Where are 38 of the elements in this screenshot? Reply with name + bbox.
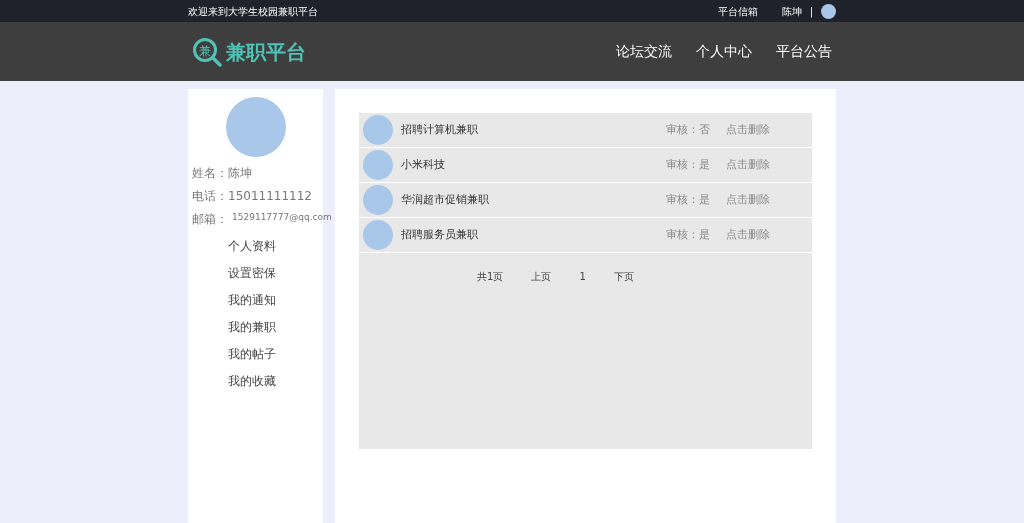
sidebar-menu-item[interactable]: 我的收藏 [228, 372, 276, 390]
prev-page-link[interactable]: 上页 [531, 269, 552, 284]
field-value: 1529117777@qq.com [232, 211, 332, 224]
mailbox-link[interactable]: 平台信箱 [717, 3, 758, 19]
avatar-placeholder [363, 220, 393, 250]
sidebar-menu-item[interactable]: 我的帖子 [228, 345, 276, 363]
page-number-link[interactable]: 1 [579, 269, 586, 284]
audit-status: 审核：是 [666, 156, 710, 173]
welcome-text: 欢迎来到大学生校园兼职平台 [188, 4, 318, 19]
sidebar-menu-item[interactable]: 设置密保 [228, 264, 276, 282]
avatar-placeholder [363, 185, 393, 215]
job-title[interactable]: 华润超市促销兼职 [401, 191, 489, 209]
field-label: 电话： [192, 187, 228, 205]
logo-glyph: 兼 [199, 43, 211, 57]
field-label: 邮箱： [192, 210, 228, 228]
avatar-placeholder [363, 115, 393, 145]
page-total: 共1页 [477, 270, 504, 284]
avatar-placeholder [363, 150, 393, 180]
separator-text: | [809, 4, 813, 19]
nav-link[interactable]: 平台公告 [776, 41, 832, 62]
nav-link[interactable]: 个人中心 [696, 41, 752, 62]
field-value: 15011111112 [228, 187, 312, 205]
job-title[interactable]: 小米科技 [401, 156, 445, 174]
sidebar-menu-item[interactable]: 我的兼职 [228, 318, 276, 336]
avatar-placeholder [821, 3, 836, 19]
job-title[interactable]: 招聘计算机兼职 [401, 121, 478, 139]
field-label: 姓名： [192, 164, 228, 182]
audit-status: 审核：否 [666, 121, 710, 138]
audit-status: 审核：是 [666, 191, 710, 208]
job-title[interactable]: 招聘服务员兼职 [401, 226, 478, 244]
next-page-link[interactable]: 下页 [613, 269, 634, 284]
sidebar-menu-item[interactable]: 个人资料 [228, 237, 276, 255]
sidebar-menu-item[interactable]: 我的通知 [228, 291, 276, 309]
audit-status: 审核：是 [666, 226, 710, 243]
field-value: 陈坤 [228, 164, 252, 182]
logo-text: 兼职平台 [226, 38, 306, 66]
username-link[interactable]: 陈坤 [781, 3, 802, 19]
nav-link[interactable]: 论坛交流 [616, 41, 672, 62]
